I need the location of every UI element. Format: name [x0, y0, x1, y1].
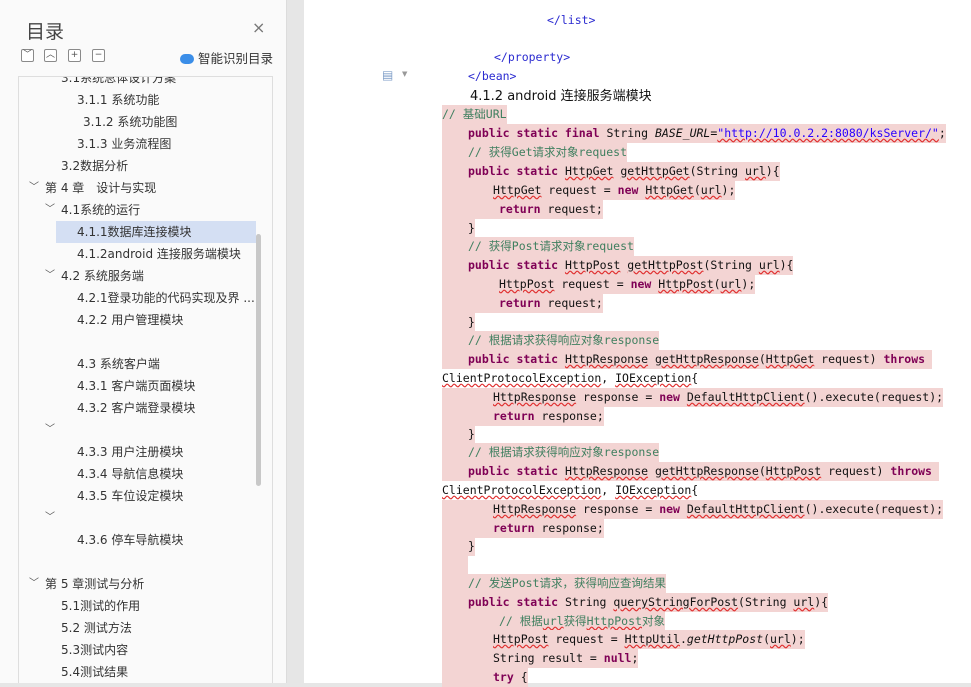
- code-line: public static HttpResponse getHttpRespon…: [442, 350, 932, 369]
- code-line: String result = null;: [442, 649, 639, 668]
- code-line: // 根据请求获得响应对象response: [442, 331, 660, 350]
- code-line: public static HttpResponse getHttpRespon…: [442, 462, 939, 481]
- toc-item[interactable]: 4.3.4 导航信息模块: [77, 463, 183, 485]
- toc-item[interactable]: 第 4 章 设计与实现: [45, 177, 156, 199]
- toc-title: 目录: [26, 21, 65, 43]
- toc-item[interactable]: 4.1.2android 连接服务端模块: [77, 243, 241, 265]
- expand-up-icon[interactable]: ︿: [44, 49, 57, 62]
- toc-item-selected[interactable]: 4.1.1数据库连接模块: [56, 221, 256, 243]
- toc-list[interactable]: ﹀ 3.1系统总体设计方案 3.1.1 系统功能 3.1.2 系统功能图 3.1…: [18, 76, 273, 683]
- chevron-down-icon[interactable]: ﹀: [45, 507, 55, 529]
- code-line: return response;: [442, 519, 604, 538]
- code-line: public static final String BASE_URL="htt…: [442, 124, 946, 143]
- chevron-down-icon[interactable]: ﹀: [45, 419, 55, 441]
- toc-item[interactable]: 4.1系统的运行: [61, 199, 140, 221]
- code-line: ClientProtocolException, IOException{: [442, 371, 699, 385]
- toc-item[interactable]: 第 5 章测试与分析: [45, 573, 144, 595]
- code-line: }: [442, 219, 475, 238]
- section-heading: 4.1.2 android 连接服务端模块: [470, 89, 652, 104]
- toc-item[interactable]: 4.3.3 用户注册模块: [77, 441, 183, 463]
- toc-item[interactable]: 4.3.2 客户端登录模块: [77, 397, 195, 419]
- code-line: ClientProtocolException, IOException{: [442, 483, 699, 497]
- code-line: // 获得Get请求对象request: [442, 143, 628, 162]
- smart-icon: [180, 54, 194, 64]
- chevron-down-icon[interactable]: ﹀: [45, 265, 55, 287]
- chevron-down-icon[interactable]: ﹀: [45, 77, 55, 89]
- chevron-down-icon[interactable]: ﹀: [45, 199, 55, 221]
- chevron-down-icon[interactable]: ▼: [402, 70, 407, 78]
- smart-recognize-label: 智能识别目录: [198, 51, 274, 66]
- code-line: }: [442, 425, 475, 444]
- smart-recognize-button[interactable]: 智能识别目录: [180, 48, 273, 67]
- toc-item[interactable]: 3.1.1 系统功能: [77, 89, 159, 111]
- code-line: // 根据请求获得响应对象response: [442, 443, 660, 462]
- code-line: try {: [442, 668, 528, 687]
- code-line: public static String queryStringForPost(…: [442, 593, 829, 612]
- code-line: // 发送Post请求，获得响应查询结果: [442, 574, 666, 593]
- xml-bean-close: </bean>: [468, 69, 517, 83]
- code-line: public static HttpPost getHttpPost(Strin…: [442, 256, 794, 275]
- code-line: }: [442, 313, 475, 332]
- code-line: HttpResponse response = new DefaultHttpC…: [442, 500, 944, 519]
- add-item-icon[interactable]: +: [68, 49, 81, 62]
- code-line: // 根据url获得HttpPost对象: [442, 612, 665, 631]
- collapse-all-icon[interactable]: ﹀: [21, 49, 34, 62]
- code-line: HttpResponse response = new DefaultHttpC…: [442, 388, 944, 407]
- toc-item[interactable]: 4.3 系统客户端: [77, 353, 160, 375]
- toc-item[interactable]: 4.3.1 客户端页面模块: [77, 375, 195, 397]
- code-line: return request;: [442, 200, 603, 219]
- code-line: return request;: [442, 294, 603, 313]
- toc-item[interactable]: 5.4测试结果: [61, 661, 128, 683]
- chevron-down-icon[interactable]: ﹀: [29, 573, 39, 595]
- chevron-down-icon[interactable]: ﹀: [29, 177, 39, 199]
- close-icon[interactable]: ×: [252, 18, 265, 37]
- toc-item[interactable]: 3.1.3 业务流程图: [77, 133, 171, 155]
- code-line: public static HttpGet getHttpGet(String …: [442, 162, 780, 181]
- toc-item[interactable]: 5.1测试的作用: [61, 595, 140, 617]
- code-line: return response;: [442, 407, 604, 426]
- toc-panel: 目录 × ﹀ ︿ + − 智能识别目录 ﹀ 3.1系统总体设计方案 3.1.1 …: [0, 0, 287, 683]
- toc-item[interactable]: 3.1.2 系统功能图: [83, 111, 177, 133]
- code-line: HttpGet request = new HttpGet(url);: [442, 181, 736, 200]
- xml-property-close: </property>: [494, 50, 571, 64]
- remove-item-icon[interactable]: −: [92, 49, 105, 62]
- toc-scrollbar[interactable]: [256, 234, 261, 486]
- toc-item[interactable]: 4.2.2 用户管理模块: [77, 309, 183, 331]
- toc-item[interactable]: 4.3.5 车位设定模块: [77, 485, 183, 507]
- code-line: HttpPost request = new HttpPost(url);: [442, 275, 756, 294]
- toc-item[interactable]: 4.3.6 停车导航模块: [77, 529, 183, 551]
- code-line: }: [442, 537, 475, 556]
- code-line: // 获得Post请求对象request: [442, 237, 634, 256]
- toc-item[interactable]: 4.2.1登录功能的代码实现及界 ...: [77, 287, 255, 309]
- code-line: HttpPost request = HttpUtil.getHttpPost(…: [442, 630, 805, 649]
- toc-item[interactable]: 5.3测试内容: [61, 639, 128, 661]
- xml-list-close: </list>: [547, 13, 596, 27]
- code-line-empty: [442, 555, 468, 574]
- document-page: </list> </property> ▤ ▼ </bean> 4.1.2 an…: [304, 0, 971, 687]
- toc-item[interactable]: 5.2 测试方法: [61, 617, 132, 639]
- document-marker-icon[interactable]: ▤: [382, 68, 393, 82]
- toc-item[interactable]: 4.2 系统服务端: [61, 265, 144, 287]
- code-line: // 基础URL: [442, 105, 507, 124]
- toc-item[interactable]: 3.1系统总体设计方案: [61, 77, 176, 89]
- toc-item[interactable]: 3.2数据分析: [61, 155, 128, 177]
